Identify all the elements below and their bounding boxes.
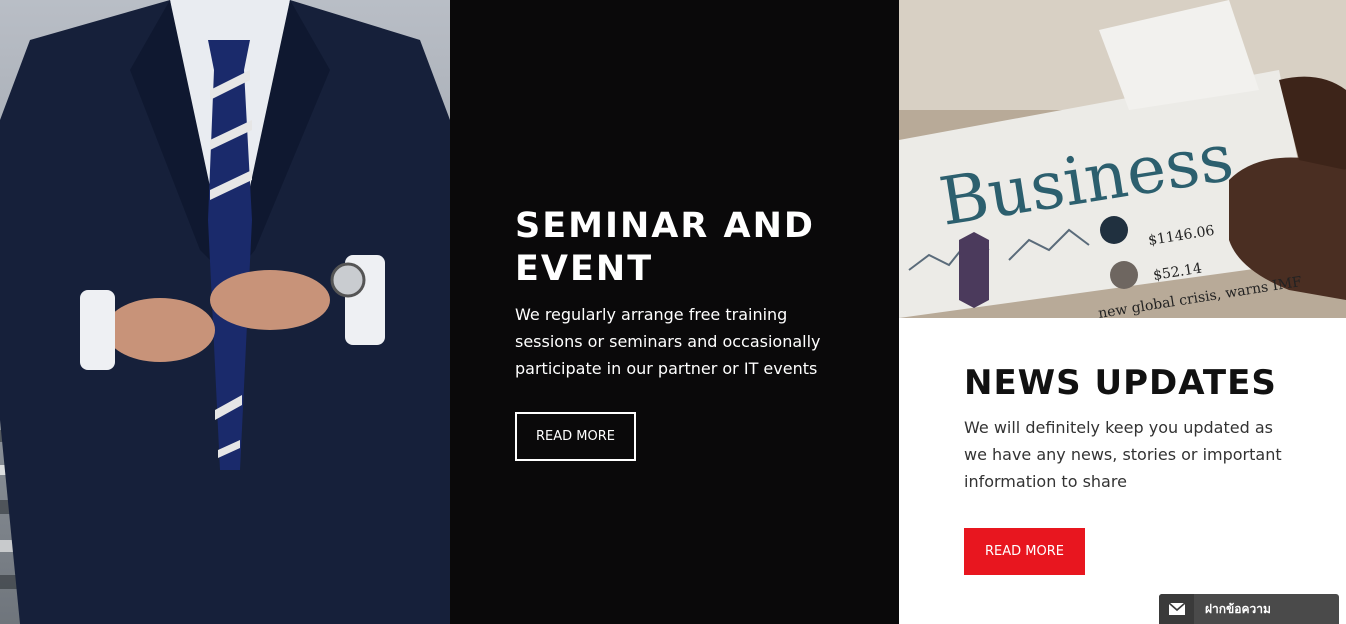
chat-icon-box: [1159, 594, 1194, 624]
news-description: We will definitely keep you updated as w…: [964, 418, 1282, 491]
envelope-icon: [1168, 603, 1185, 615]
news-panel: Business $1146.06 $52.14 new global cris…: [899, 0, 1346, 624]
seminar-description: We regularly arrange free training sessi…: [515, 305, 821, 378]
suit-photo-panel: [0, 0, 450, 624]
news-content: NEWS UPDATES We will definitely keep you…: [964, 362, 1294, 495]
seminar-content: SEMINAR AND EVENT We regularly arrange f…: [515, 205, 835, 382]
chat-label: ฝากข้อความ: [1205, 601, 1271, 616]
seminar-read-more-button[interactable]: READ MORE: [515, 412, 636, 461]
news-title: NEWS UPDATES: [964, 363, 1277, 403]
newspaper-photo: Business $1146.06 $52.14 new global cris…: [899, 0, 1346, 318]
leave-message-widget[interactable]: ฝากข้อความ: [1159, 594, 1339, 624]
seminar-title: SEMINAR AND EVENT: [515, 206, 815, 289]
seminar-panel: SEMINAR AND EVENT We regularly arrange f…: [450, 0, 899, 624]
news-read-more-button[interactable]: READ MORE: [964, 528, 1085, 575]
newspaper-image: Business $1146.06 $52.14 new global cris…: [899, 0, 1346, 318]
businessman-photo: [0, 0, 450, 624]
